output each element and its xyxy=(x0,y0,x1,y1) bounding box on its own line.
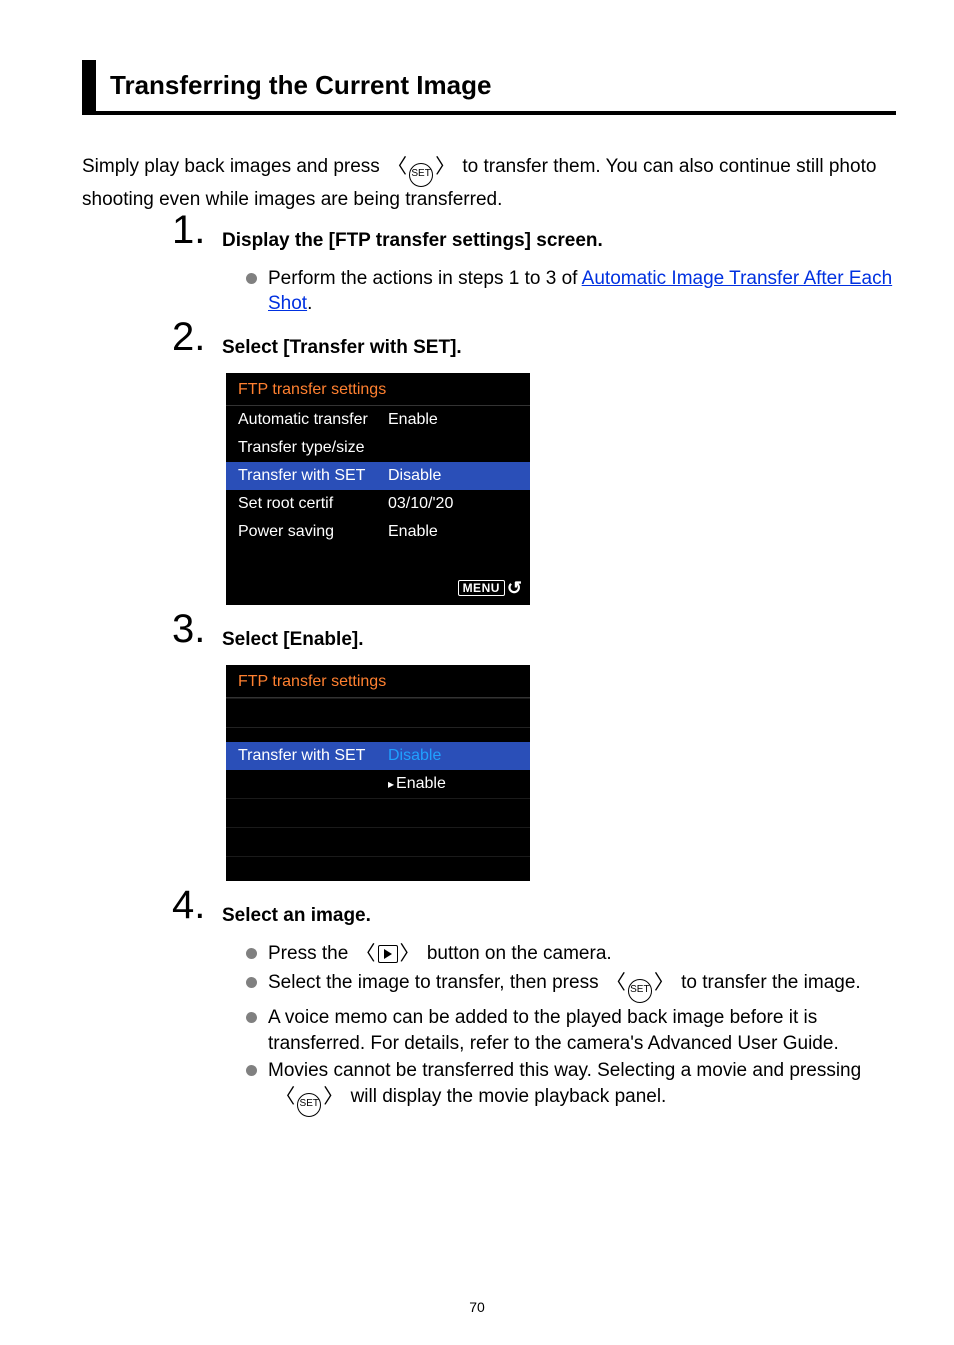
angle-open: 〈 xyxy=(354,943,378,965)
step-4-bullet-4: Movies cannot be transferred this way. S… xyxy=(246,1058,896,1117)
b4-b: will display the movie playback panel. xyxy=(351,1086,667,1107)
step-4: 4 Select an image. Press the 〈〉 button o… xyxy=(172,899,896,1117)
step-2: 2 Select [Transfer with SET]. FTP transf… xyxy=(172,331,896,605)
screen-row-power-saving: Power saving Enable xyxy=(226,518,530,546)
screen-label: Transfer type/size xyxy=(238,439,388,457)
screen-label: Power saving xyxy=(238,523,388,541)
camera-screen-enable: FTP transfer settings Transfer with SET … xyxy=(226,665,530,881)
step-4-bullet-3: A voice memo can be added to the played … xyxy=(246,1005,896,1056)
screen-blank-row xyxy=(226,798,530,827)
menu-icon: MENU xyxy=(458,580,505,596)
set-icon: SET xyxy=(297,1093,321,1117)
step-4-title: Select an image. xyxy=(222,899,896,927)
screen-label: Automatic transfer xyxy=(238,411,388,429)
screen-value: Disable xyxy=(388,467,518,485)
screen-label: Transfer with SET xyxy=(238,747,388,765)
screen-blank-row xyxy=(226,827,530,856)
step-1-bullet-post: . xyxy=(307,293,312,314)
angle-close: 〉 xyxy=(433,156,457,178)
angle-close: 〉 xyxy=(398,943,422,965)
page-number: 70 xyxy=(0,1299,954,1315)
angle-open: 〈 xyxy=(385,156,409,178)
return-icon: ↺ xyxy=(507,578,522,599)
screen-header: FTP transfer settings xyxy=(226,665,530,698)
camera-screen-ftp-settings: FTP transfer settings Automatic transfer… xyxy=(226,373,530,605)
intro-text-a: Simply play back images and press xyxy=(82,156,385,177)
set-icon: SET xyxy=(409,163,433,187)
screen-option-disable: Disable xyxy=(388,747,518,765)
screen-value: Enable xyxy=(388,411,518,429)
step-number-1: 1 xyxy=(172,208,205,253)
step-1-bullet-pre: Perform the actions in steps 1 to 3 of xyxy=(268,268,582,289)
screen-row-auto-transfer: Automatic transfer Enable xyxy=(226,406,530,434)
screen-row-root-cert: Set root certif 03/10/'20 xyxy=(226,490,530,518)
screen-blank-row xyxy=(226,698,530,727)
step-number-2: 2 xyxy=(172,315,205,360)
step-1-title: Display the [FTP transfer settings] scre… xyxy=(222,224,896,252)
screen-label-empty xyxy=(238,775,388,793)
screen-row-transfer-with-set: Transfer with SET Disable xyxy=(226,742,530,770)
screen-option-enable: Enable xyxy=(388,775,518,793)
section-heading: Transferring the Current Image xyxy=(82,60,896,115)
step-4-bullet-2: Select the image to transfer, then press… xyxy=(246,970,896,1003)
angle-open: 〈 xyxy=(273,1086,297,1108)
screen-value: 03/10/'20 xyxy=(388,495,518,513)
screen-label: Set root certif xyxy=(238,495,388,513)
screen-row-transfer-with-set: Transfer with SET Disable xyxy=(226,462,530,490)
playback-icon xyxy=(378,945,398,963)
step-3-title: Select [Enable]. xyxy=(222,623,896,651)
angle-close: 〉 xyxy=(321,1086,345,1108)
screen-blank-row xyxy=(226,856,530,881)
b4-a: Movies cannot be transferred this way. S… xyxy=(268,1060,861,1081)
screen-header: FTP transfer settings xyxy=(226,373,530,406)
screen-menu-row: MENU↺ xyxy=(226,574,530,605)
set-icon: SET xyxy=(628,979,652,1003)
section-heading-text: Transferring the Current Image xyxy=(110,70,896,101)
angle-open: 〈 xyxy=(604,972,628,994)
b2-b: to transfer the image. xyxy=(681,972,861,993)
b1-b: button on the camera. xyxy=(427,943,612,964)
intro-paragraph: Simply play back images and press 〈SET〉 … xyxy=(82,153,896,214)
step-1-bullet: Perform the actions in steps 1 to 3 of A… xyxy=(246,266,896,317)
step-3: 3 Select [Enable]. FTP transfer settings… xyxy=(172,623,896,881)
screen-value xyxy=(388,439,518,457)
screen-spacer xyxy=(226,546,530,574)
angle-close: 〉 xyxy=(652,972,676,994)
b1-a: Press the xyxy=(268,943,354,964)
step-number-4: 4 xyxy=(172,883,205,928)
step-1: 1 Display the [FTP transfer settings] sc… xyxy=(172,224,896,317)
screen-row-transfer-type: Transfer type/size xyxy=(226,434,530,462)
screen-blank-row xyxy=(226,727,530,742)
step-number-3: 3 xyxy=(172,607,205,652)
screen-label: Transfer with SET xyxy=(238,467,388,485)
screen-value: Enable xyxy=(388,523,518,541)
step-4-bullet-1: Press the 〈〉 button on the camera. xyxy=(246,941,896,968)
step-2-title: Select [Transfer with SET]. xyxy=(222,331,896,359)
screen-row-enable: Enable xyxy=(226,770,530,798)
b2-a: Select the image to transfer, then press xyxy=(268,972,604,993)
